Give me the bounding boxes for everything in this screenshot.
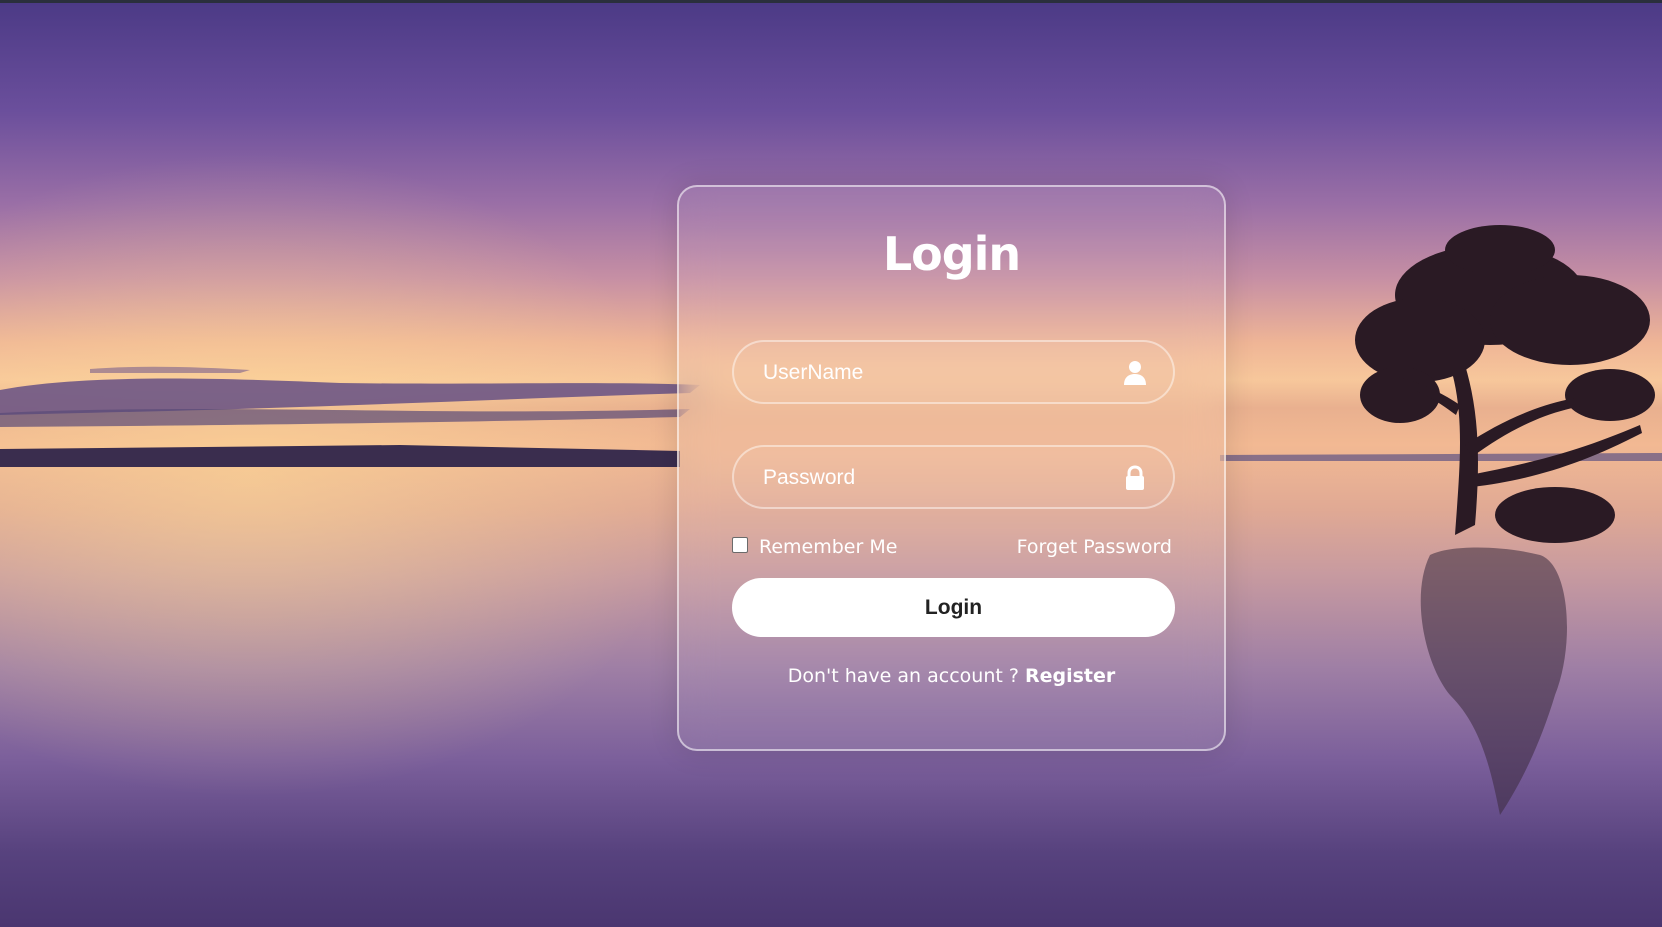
remember-me-label: Remember Me [759,536,898,558]
sunset-glow [0,150,700,800]
login-page: Login Remember Me Forget Password Login … [0,0,1662,927]
register-prompt: Don't have an account ? Register [679,665,1224,687]
lock-icon [1126,465,1144,490]
register-prompt-text: Don't have an account ? [787,665,1025,687]
login-button[interactable]: Login [732,578,1175,637]
cloud-band [0,366,700,427]
page-title: Login [882,227,1021,281]
remember-me[interactable]: Remember Me [732,532,897,562]
username-field-wrapper [732,340,1175,404]
user-icon [1124,361,1146,385]
username-input[interactable] [761,342,1105,404]
login-card: Login Remember Me Forget Password Login … [677,185,1226,751]
forgot-password-link[interactable]: Forget Password [1017,532,1172,562]
register-link[interactable]: Register [1025,665,1115,687]
password-field-wrapper [732,445,1175,509]
password-input[interactable] [761,447,1105,509]
tree-silhouette [1355,225,1655,815]
remember-me-checkbox[interactable] [732,536,748,553]
